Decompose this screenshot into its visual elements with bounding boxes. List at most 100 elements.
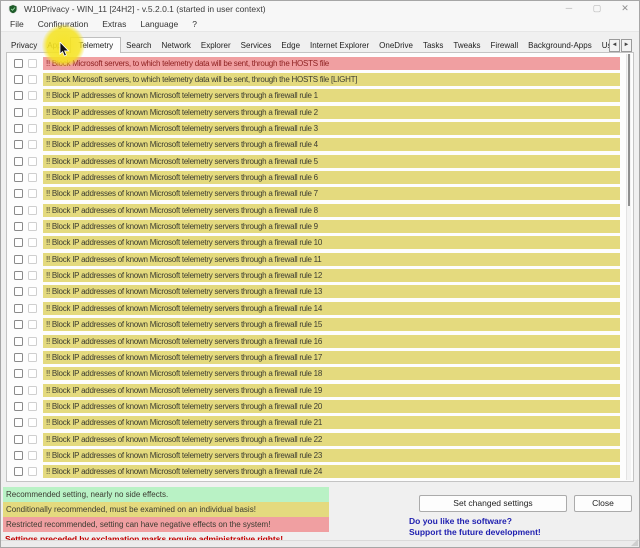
menu-item-language[interactable]: Language (133, 19, 185, 29)
setting-checkbox-current[interactable] (14, 222, 23, 231)
setting-checkbox-default[interactable] (28, 124, 37, 133)
setting-label: !! Block IP addresses of known Microsoft… (43, 89, 620, 102)
setting-checkbox-default[interactable] (28, 271, 37, 280)
setting-label: !! Block IP addresses of known Microsoft… (43, 187, 620, 200)
setting-label: !! Block IP addresses of known Microsoft… (43, 433, 620, 446)
setting-checkbox-current[interactable] (14, 386, 23, 395)
setting-checkbox-default[interactable] (28, 451, 37, 460)
window-title: W10Privacy - WIN_11 [24H2] - v.5.2.0.1 (… (24, 4, 266, 14)
setting-checkbox-current[interactable] (14, 402, 23, 411)
settings-row: !! Block IP addresses of known Microsoft… (7, 447, 633, 463)
setting-label: !! Block IP addresses of known Microsoft… (43, 204, 620, 217)
setting-checkbox-default[interactable] (28, 435, 37, 444)
tab-network[interactable]: Network (157, 39, 196, 53)
setting-checkbox-current[interactable] (14, 124, 23, 133)
setting-checkbox-default[interactable] (28, 255, 37, 264)
menu-item-configuration[interactable]: Configuration (31, 19, 96, 29)
tab-services[interactable]: Services (236, 39, 277, 53)
resize-grip[interactable] (631, 539, 638, 546)
setting-checkbox-current[interactable] (14, 320, 23, 329)
setting-checkbox-current[interactable] (14, 337, 23, 346)
setting-checkbox-default[interactable] (28, 91, 37, 100)
setting-checkbox-current[interactable] (14, 255, 23, 264)
setting-checkbox-default[interactable] (28, 287, 37, 296)
setting-checkbox-default[interactable] (28, 140, 37, 149)
setting-checkbox-current[interactable] (14, 287, 23, 296)
tab-strip: PrivacyAppsTelemetrySearchNetworkExplore… (6, 37, 609, 53)
setting-checkbox-default[interactable] (28, 320, 37, 329)
menu-item-extras[interactable]: Extras (95, 19, 133, 29)
tab-tweaks[interactable]: Tweaks (448, 39, 485, 53)
tab-privacy[interactable]: Privacy (6, 39, 42, 53)
setting-checkbox-current[interactable] (14, 75, 23, 84)
setting-checkbox-current[interactable] (14, 467, 23, 476)
setting-checkbox-current[interactable] (14, 206, 23, 215)
setting-checkbox-current[interactable] (14, 108, 23, 117)
setting-checkbox-current[interactable] (14, 353, 23, 362)
setting-checkbox-current[interactable] (14, 91, 23, 100)
tab-telemetry[interactable]: Telemetry (70, 37, 121, 53)
minimize-button[interactable]: ─ (555, 1, 583, 17)
setting-checkbox-default[interactable] (28, 304, 37, 313)
setting-label: !! Block IP addresses of known Microsoft… (43, 220, 620, 233)
tab-tasks[interactable]: Tasks (418, 39, 448, 53)
setting-checkbox-current[interactable] (14, 304, 23, 313)
setting-checkbox-default[interactable] (28, 353, 37, 362)
close-button[interactable]: Close (574, 495, 632, 512)
setting-checkbox-default[interactable] (28, 59, 37, 68)
setting-checkbox-default[interactable] (28, 108, 37, 117)
tab-scroll-right-icon[interactable]: ► (621, 39, 632, 52)
tab-edge[interactable]: Edge (276, 39, 305, 53)
support-line-1: Do you like the software? (409, 516, 541, 527)
setting-checkbox-default[interactable] (28, 157, 37, 166)
settings-rows: !! Block Microsoft servers, to which tel… (7, 53, 633, 480)
setting-checkbox-current[interactable] (14, 451, 23, 460)
menu-item-[interactable]: ? (185, 19, 204, 29)
setting-checkbox-current[interactable] (14, 418, 23, 427)
tab-firewall[interactable]: Firewall (486, 39, 524, 53)
setting-checkbox-current[interactable] (14, 435, 23, 444)
set-changed-settings-button[interactable]: Set changed settings (419, 495, 567, 512)
setting-checkbox-current[interactable] (14, 157, 23, 166)
tab-user-apps[interactable]: User-Apps (597, 39, 609, 53)
settings-row: !! Block IP addresses of known Microsoft… (7, 349, 633, 365)
tab-explorer[interactable]: Explorer (196, 39, 236, 53)
tab-onedrive[interactable]: OneDrive (374, 39, 418, 53)
setting-label: !! Block IP addresses of known Microsoft… (43, 236, 620, 249)
setting-label: !! Block IP addresses of known Microsoft… (43, 122, 620, 135)
support-line-2: Support the future development! (409, 527, 541, 538)
scrollbar-thumb[interactable] (628, 54, 630, 206)
setting-checkbox-current[interactable] (14, 140, 23, 149)
setting-checkbox-default[interactable] (28, 75, 37, 84)
setting-checkbox-current[interactable] (14, 369, 23, 378)
setting-checkbox-default[interactable] (28, 369, 37, 378)
setting-checkbox-default[interactable] (28, 189, 37, 198)
setting-checkbox-default[interactable] (28, 222, 37, 231)
tab-apps[interactable]: Apps (42, 39, 70, 53)
setting-checkbox-default[interactable] (28, 386, 37, 395)
setting-checkbox-default[interactable] (28, 238, 37, 247)
maximize-button[interactable]: ▢ (583, 1, 611, 17)
setting-label: !! Block IP addresses of known Microsoft… (43, 318, 620, 331)
setting-checkbox-default[interactable] (28, 337, 37, 346)
window-controls: ─ ▢ ✕ (555, 1, 639, 17)
tab-internet-explorer[interactable]: Internet Explorer (305, 39, 374, 53)
setting-checkbox-current[interactable] (14, 189, 23, 198)
settings-row: !! Block Microsoft servers, to which tel… (7, 71, 633, 87)
tab-scroll-left-icon[interactable]: ◄ (609, 39, 620, 52)
setting-checkbox-default[interactable] (28, 402, 37, 411)
tab-background-apps[interactable]: Background-Apps (523, 39, 597, 53)
setting-label: !! Block IP addresses of known Microsoft… (43, 335, 620, 348)
setting-checkbox-current[interactable] (14, 238, 23, 247)
setting-checkbox-current[interactable] (14, 173, 23, 182)
setting-checkbox-default[interactable] (28, 467, 37, 476)
menu-item-file[interactable]: File (3, 19, 31, 29)
setting-checkbox-default[interactable] (28, 206, 37, 215)
tab-search[interactable]: Search (121, 39, 156, 53)
setting-checkbox-current[interactable] (14, 59, 23, 68)
setting-checkbox-current[interactable] (14, 271, 23, 280)
setting-label: !! Block Microsoft servers, to which tel… (43, 57, 620, 70)
setting-checkbox-default[interactable] (28, 418, 37, 427)
setting-checkbox-default[interactable] (28, 173, 37, 182)
close-window-button[interactable]: ✕ (611, 1, 639, 17)
